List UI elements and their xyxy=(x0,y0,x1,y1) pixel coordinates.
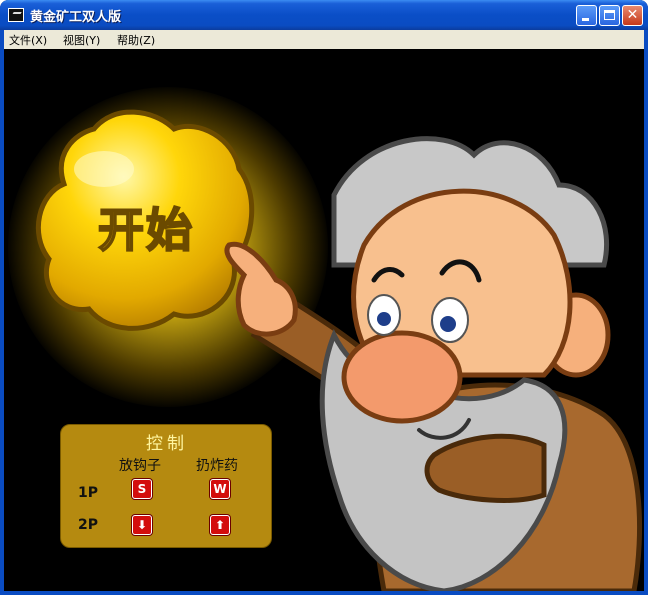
start-label: 开始 xyxy=(97,202,194,258)
close-button[interactable]: ✕ xyxy=(622,5,643,26)
close-icon: ✕ xyxy=(626,7,639,23)
maximize-button[interactable] xyxy=(599,5,620,26)
app-icon[interactable] xyxy=(8,8,24,22)
bomb-column-header: 扔炸药 xyxy=(196,458,238,474)
game-window: 黄金矿工双人版 ✕ 文件(X) 视图(Y) 帮助(Z) 开始 控制 放钩子 扔炸… xyxy=(0,0,648,595)
window-title: 黄金矿工双人版 xyxy=(30,10,122,25)
game-canvas: 开始 控制 放钩子 扔炸药 1P S W 2P ⬇ ⬆ xyxy=(4,49,644,591)
window-frame-right xyxy=(644,30,648,595)
menu-help[interactable]: 帮助(Z) xyxy=(117,32,155,48)
minimize-icon xyxy=(582,18,589,21)
controls-panel: 控制 放钩子 扔炸药 1P S W 2P ⬇ ⬆ xyxy=(60,424,272,548)
menu-view[interactable]: 视图(Y) xyxy=(63,32,100,48)
player-2-label: 2P xyxy=(78,517,99,533)
title-bar[interactable]: 黄金矿工双人版 ✕ xyxy=(0,0,648,30)
player-1-label: 1P xyxy=(78,485,99,501)
window-frame-bottom xyxy=(0,591,648,595)
maximize-icon xyxy=(604,10,615,20)
hook-column-header: 放钩子 xyxy=(119,458,161,474)
arrow-down-icon: ⬇ xyxy=(132,515,152,535)
minimize-button[interactable] xyxy=(576,5,597,26)
menu-file[interactable]: 文件(X) xyxy=(9,32,47,48)
key-s-icon: S xyxy=(132,479,152,499)
controls-title: 控制 xyxy=(146,434,188,454)
arrow-up-icon: ⬆ xyxy=(210,515,230,535)
gold-miner-character xyxy=(224,136,643,591)
menu-bar: 文件(X) 视图(Y) 帮助(Z) xyxy=(4,30,644,49)
key-w-icon: W xyxy=(210,479,230,499)
